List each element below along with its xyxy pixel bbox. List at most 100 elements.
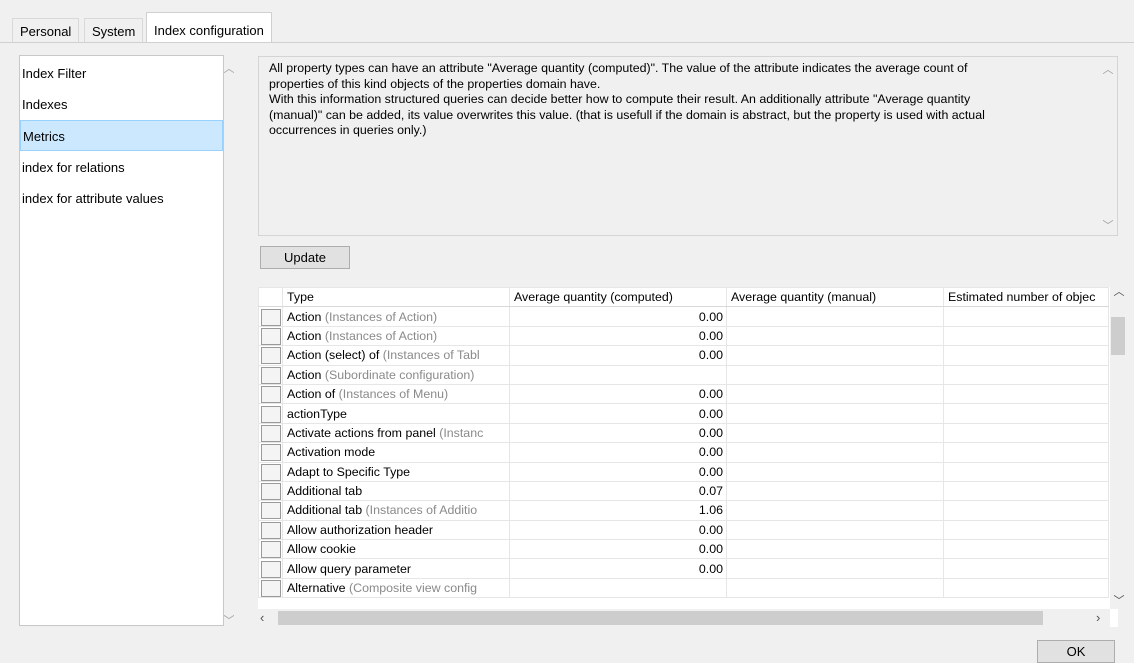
cell-type[interactable]: Alternative (Composite view config	[282, 577, 510, 599]
cell-average-manual[interactable]	[726, 519, 944, 541]
row-header[interactable]	[258, 345, 283, 366]
cell-type[interactable]: Additional tab	[282, 480, 510, 502]
cell-average-manual[interactable]	[726, 500, 944, 521]
table-vertical-scroll-thumb[interactable]	[1111, 317, 1125, 355]
table-row[interactable]: actionType 0.00	[258, 403, 1109, 424]
tab-personal[interactable]: Personal	[12, 18, 80, 43]
list-item-index-filter[interactable]: Index Filter	[20, 58, 223, 89]
cell-average-computed[interactable]: 0.00	[509, 442, 727, 463]
cell-average-computed[interactable]: 0.00	[509, 383, 727, 405]
table-row[interactable]: Action (Instances of Action) 0.00	[258, 325, 1109, 347]
cell-average-computed[interactable]	[509, 577, 727, 599]
cell-average-manual[interactable]	[726, 306, 944, 327]
cell-type[interactable]: Allow authorization header	[282, 519, 510, 541]
row-selector[interactable]	[261, 580, 281, 597]
cell-average-computed[interactable]: 0.00	[509, 558, 727, 579]
cell-type[interactable]: Allow query parameter	[282, 558, 510, 579]
table-horizontal-scroll-thumb[interactable]	[278, 611, 1043, 625]
cell-estimated-objects[interactable]	[943, 480, 1109, 502]
row-selector[interactable]	[261, 560, 281, 578]
row-selector[interactable]	[261, 502, 281, 520]
cell-average-computed[interactable]: 0.00	[509, 539, 727, 560]
row-selector[interactable]	[261, 541, 281, 558]
table-row[interactable]: Allow cookie 0.00	[258, 539, 1109, 560]
tab-index-configuration[interactable]: Index configuration	[146, 12, 272, 43]
cell-average-manual[interactable]	[726, 442, 944, 463]
list-item-index-for-attribute-values[interactable]: index for attribute values	[20, 183, 223, 214]
row-header[interactable]	[258, 519, 283, 541]
cell-estimated-objects[interactable]	[943, 442, 1109, 463]
list-scroll-down-icon[interactable]: ﹀	[222, 612, 236, 628]
cell-average-computed[interactable]: 1.06	[509, 500, 727, 521]
row-selector[interactable]	[261, 366, 281, 384]
row-selector[interactable]	[261, 386, 281, 403]
list-item-metrics[interactable]: Metrics	[20, 120, 223, 151]
update-button[interactable]: Update	[260, 246, 350, 269]
table-row[interactable]: Action of (Instances of Menu) 0.00	[258, 383, 1109, 405]
cell-type[interactable]: Activate actions from panel (Instanc	[282, 422, 510, 444]
column-header-type[interactable]: Type	[282, 286, 510, 308]
table-vertical-scrollbar[interactable]: ︿ ﹀	[1110, 286, 1128, 609]
table-row[interactable]: Alternative (Composite view config	[258, 577, 1109, 599]
table-horizontal-scrollbar[interactable]: ‹ ›	[258, 609, 1110, 627]
row-selector[interactable]	[261, 521, 281, 539]
row-selector[interactable]	[261, 424, 281, 442]
list-item-index-for-relations[interactable]: index for relations	[20, 152, 223, 183]
cell-type[interactable]: Adapt to Specific Type	[282, 461, 510, 482]
cell-average-computed[interactable]	[509, 364, 727, 385]
ok-button[interactable]: OK	[1037, 640, 1115, 663]
row-selector[interactable]	[261, 327, 281, 345]
cell-average-manual[interactable]	[726, 364, 944, 385]
cell-average-manual[interactable]	[726, 577, 944, 599]
cell-average-manual[interactable]	[726, 558, 944, 579]
row-selector[interactable]	[261, 483, 281, 500]
cell-average-computed[interactable]: 0.00	[509, 306, 727, 327]
table-scroll-up-icon[interactable]: ︿	[1112, 283, 1126, 299]
tab-system[interactable]: System	[84, 18, 144, 43]
table-row[interactable]: Action (Instances of Action) 0.00	[258, 306, 1109, 327]
row-header[interactable]	[258, 558, 283, 579]
cell-estimated-objects[interactable]	[943, 403, 1109, 424]
row-selector[interactable]	[261, 308, 281, 326]
cell-estimated-objects[interactable]	[943, 422, 1109, 444]
cell-average-manual[interactable]	[726, 383, 944, 405]
list-item-indexes[interactable]: Indexes	[20, 89, 223, 120]
table-scroll-right-icon[interactable]: ›	[1096, 610, 1100, 625]
row-header[interactable]	[258, 383, 283, 405]
cell-estimated-objects[interactable]	[943, 325, 1109, 347]
table-row[interactable]: Allow authorization header 0.00	[258, 519, 1109, 541]
cell-average-manual[interactable]	[726, 403, 944, 424]
table-row[interactable]: Additional tab 0.07	[258, 480, 1109, 502]
row-selector[interactable]	[261, 347, 281, 365]
cell-estimated-objects[interactable]	[943, 461, 1109, 482]
table-scroll-down-icon[interactable]: ﹀	[1112, 592, 1126, 608]
table-row[interactable]: Adapt to Specific Type 0.00	[258, 461, 1109, 482]
table-row[interactable]: Action (select) of (Instances of Tabl 0.0…	[258, 345, 1109, 366]
table-row[interactable]: Action (Subordinate configuration)	[258, 364, 1109, 385]
index-config-list[interactable]: Index Filter Indexes Metrics index for r…	[19, 55, 224, 626]
cell-estimated-objects[interactable]	[943, 539, 1109, 560]
cell-estimated-objects[interactable]	[943, 383, 1109, 405]
cell-average-computed[interactable]: 0.00	[509, 422, 727, 444]
description-scroll-up-icon[interactable]: ︿	[1101, 61, 1115, 77]
row-header[interactable]	[258, 461, 283, 482]
cell-average-computed[interactable]: 0.00	[509, 461, 727, 482]
cell-type[interactable]: Action (select) of (Instances of Tabl	[282, 345, 510, 366]
cell-average-computed[interactable]: 0.00	[509, 519, 727, 541]
cell-estimated-objects[interactable]	[943, 306, 1109, 327]
cell-average-computed[interactable]: 0.00	[509, 403, 727, 424]
row-header[interactable]	[258, 422, 283, 444]
cell-estimated-objects[interactable]	[943, 577, 1109, 599]
table-row[interactable]: Activation mode 0.00	[258, 442, 1109, 463]
cell-average-computed[interactable]: 0.00	[509, 325, 727, 347]
cell-estimated-objects[interactable]	[943, 364, 1109, 385]
cell-type[interactable]: Action (Instances of Action)	[282, 325, 510, 347]
cell-average-manual[interactable]	[726, 325, 944, 347]
column-header-average-manual[interactable]: Average quantity (manual)	[726, 286, 944, 308]
row-header[interactable]	[258, 306, 283, 327]
cell-average-manual[interactable]	[726, 461, 944, 482]
cell-type[interactable]: Activation mode	[282, 442, 510, 463]
cell-type[interactable]: actionType	[282, 403, 510, 424]
table-row[interactable]: Allow query parameter 0.00	[258, 558, 1109, 579]
row-selector[interactable]	[261, 405, 281, 423]
